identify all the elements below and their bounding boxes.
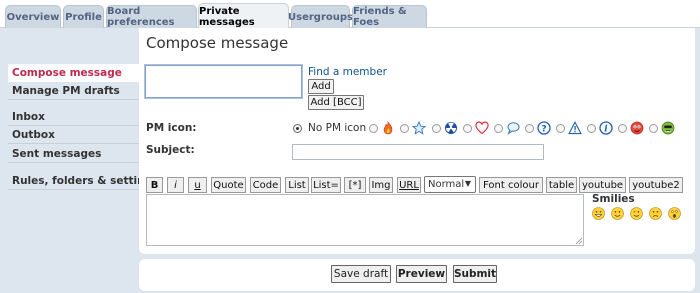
resize-grip-icon[interactable] [575, 237, 583, 245]
star-icon [412, 121, 426, 135]
message-textarea[interactable] [146, 194, 584, 246]
smile-smiley-icon[interactable] [611, 207, 624, 220]
sidebar-item-outbox[interactable]: Outbox [8, 126, 139, 144]
youtube2-button[interactable]: youtube2 [629, 177, 683, 193]
wink-smiley-icon[interactable] [630, 207, 643, 220]
fire-icon [383, 121, 393, 135]
radioactive-icon [445, 122, 457, 134]
sad-smiley-icon[interactable] [649, 207, 662, 220]
pm-icon-label: PM icon: [146, 122, 197, 134]
pm-icon-radio-radioactive[interactable] [432, 124, 441, 133]
underline-button[interactable]: u [188, 177, 207, 193]
pm-icon-radio-speech-bubble[interactable] [494, 124, 503, 133]
pm-icon-radio-star[interactable] [400, 124, 409, 133]
youtube-button[interactable]: youtube [579, 177, 626, 193]
save-draft-button[interactable]: Save draft [331, 265, 391, 283]
svg-text:i: i [604, 125, 608, 135]
font-size-select[interactable]: Normal ▼ [424, 176, 476, 193]
svg-text:?: ? [541, 125, 546, 135]
sidebar-item-manage-pm-drafts[interactable]: Manage PM drafts [8, 82, 139, 100]
pm-icon-radio-none[interactable] [293, 124, 302, 133]
sidebar-item-inbox[interactable]: Inbox [8, 108, 139, 126]
table-button[interactable]: table [546, 177, 577, 193]
sidebar-item-rules-folders-settings[interactable]: Rules, folders & settings [8, 172, 158, 190]
pm-icon-radio-info[interactable] [587, 124, 596, 133]
quote-button[interactable]: Quote [211, 177, 246, 193]
smilies-title: Smilies [592, 193, 635, 205]
surprised-smiley-icon[interactable] [668, 207, 681, 220]
ordered-list-button[interactable]: List= [311, 177, 341, 193]
add-recipient-button[interactable]: Add [308, 79, 334, 94]
tab-private-messages[interactable]: Private messages [198, 3, 289, 29]
recipients-field[interactable] [144, 64, 303, 99]
speech-bubble-icon [507, 122, 520, 135]
pm-icon-radio-alien[interactable] [649, 124, 658, 133]
heart-icon [475, 121, 489, 135]
find-member-link[interactable]: Find a member [308, 66, 387, 78]
tab-usergroups[interactable]: Usergroups [288, 5, 353, 28]
subject-label: Subject: [146, 144, 195, 156]
pm-icon-radio-red-face[interactable] [618, 124, 627, 133]
pm-icon-radio-warning[interactable] [556, 124, 565, 133]
pm-icon-radio-question[interactable] [525, 124, 534, 133]
pm-icon-radio-heart[interactable] [463, 124, 472, 133]
info-icon: i [599, 121, 613, 135]
submit-button[interactable]: Submit [453, 265, 497, 283]
url-button[interactable]: URL [397, 177, 421, 193]
bold-button[interactable]: B [146, 177, 163, 193]
list-button[interactable]: List [285, 177, 309, 193]
alien-icon [661, 121, 675, 135]
tab-friends-foes[interactable]: Friends & Foes [352, 5, 427, 28]
pm-icon-radio-fire[interactable] [369, 124, 378, 133]
font-size-value: Normal [428, 179, 465, 190]
preview-button[interactable]: Preview [396, 265, 447, 283]
font-colour-button[interactable]: Font colour [479, 177, 543, 193]
img-button[interactable]: Img [369, 177, 393, 193]
question-icon: ? [537, 121, 551, 135]
warning-icon [568, 121, 582, 135]
chevron-down-icon: ▼ [464, 179, 471, 188]
subject-input[interactable] [292, 144, 544, 160]
tab-bar: Overview Profile Board preferences Priva… [0, 0, 700, 29]
list-item-button[interactable]: [*] [344, 177, 366, 193]
big-grin-smiley-icon[interactable] [592, 207, 605, 220]
tab-board-preferences[interactable]: Board preferences [106, 5, 197, 28]
sidebar-item-compose-message[interactable]: Compose message [8, 64, 139, 82]
code-button[interactable]: Code [250, 177, 281, 193]
tab-overview[interactable]: Overview [5, 5, 61, 28]
no-pm-icon-label: No PM icon [308, 122, 367, 134]
red-face-icon [630, 121, 644, 135]
italic-button[interactable]: i [167, 177, 184, 193]
tab-profile[interactable]: Profile [63, 5, 104, 28]
add-bcc-button[interactable]: Add [BCC] [308, 95, 364, 110]
page-title: Compose message [146, 34, 289, 52]
sidebar-item-sent-messages[interactable]: Sent messages [8, 145, 139, 163]
